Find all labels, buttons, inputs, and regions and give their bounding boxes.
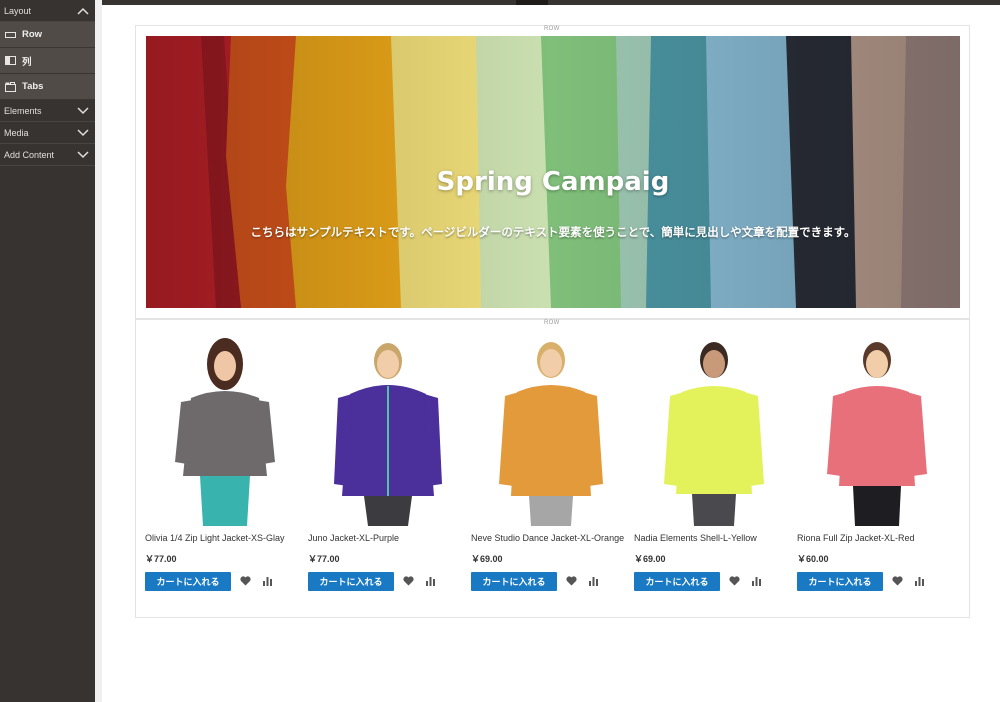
compare-icon[interactable]: [914, 576, 925, 586]
heart-icon[interactable]: [729, 576, 740, 586]
chevron-down-icon: [77, 150, 89, 158]
banner[interactable]: Spring Campaig こちらはサンプルテキストです。ページビルダーのテキ…: [146, 36, 960, 308]
product-name[interactable]: Olivia 1/4 Zip Light Jacket-XS-Glay: [145, 533, 307, 543]
product-name[interactable]: Neve Studio Dance Jacket-XL-Orange: [471, 533, 633, 543]
heart-icon[interactable]: [240, 576, 251, 586]
product-price: ￥69.00: [634, 554, 666, 564]
product-image[interactable]: [634, 336, 794, 526]
product-price: ￥60.00: [797, 554, 829, 564]
product-price: ￥69.00: [471, 554, 503, 564]
panel-item-tabs[interactable]: Tabs: [0, 74, 95, 100]
row-label: ROW: [544, 320, 560, 326]
product-image[interactable]: [797, 336, 957, 526]
product-item: Nadia Elements Shell-L-Yellow ￥69.00 カート…: [634, 330, 797, 608]
chevron-up-icon: [77, 7, 89, 15]
top-bar-handle[interactable]: [516, 0, 548, 5]
compare-icon[interactable]: [588, 576, 599, 586]
compare-icon[interactable]: [751, 576, 762, 586]
page-builder-panel: Layout Row 列 Tabs Elements Media Add Con…: [0, 0, 95, 702]
product-item: Neve Studio Dance Jacket-XL-Orange ￥69.0…: [471, 330, 634, 608]
section-elements-label: Elements: [4, 105, 42, 116]
row-label: ROW: [544, 26, 560, 32]
panel-item-row[interactable]: Row: [0, 22, 95, 48]
add-to-cart-button[interactable]: カートに入れる: [471, 572, 557, 591]
section-media[interactable]: Media: [0, 122, 95, 144]
product-item: Juno Jacket-XL-Purple ￥77.00 カートに入れる: [308, 330, 471, 608]
panel-item-row-label: Row: [22, 29, 43, 40]
top-bar: [95, 0, 1000, 5]
section-elements[interactable]: Elements: [0, 100, 95, 122]
chevron-down-icon: [77, 128, 89, 136]
product-image[interactable]: [308, 336, 468, 526]
row-icon: [4, 30, 16, 40]
product-price: ￥77.00: [145, 554, 177, 564]
add-to-cart-button[interactable]: カートに入れる: [145, 572, 231, 591]
heart-icon[interactable]: [566, 576, 577, 586]
section-layout[interactable]: Layout: [0, 0, 95, 22]
compare-icon[interactable]: [425, 576, 436, 586]
product-item: Riona Full Zip Jacket-XL-Red ￥60.00 カートに…: [797, 330, 960, 608]
compare-icon[interactable]: [262, 576, 273, 586]
section-add-content[interactable]: Add Content: [0, 144, 95, 166]
product-name[interactable]: Nadia Elements Shell-L-Yellow: [634, 533, 796, 543]
section-layout-label: Layout: [4, 5, 32, 16]
section-add-content-label: Add Content: [4, 149, 55, 160]
panel-item-column-label: 列: [22, 56, 32, 68]
product-item: Olivia 1/4 Zip Light Jacket-XS-Glay ￥77.…: [145, 330, 308, 608]
product-image[interactable]: [145, 336, 305, 526]
chevron-down-icon: [77, 106, 89, 114]
product-price: ￥77.00: [308, 554, 340, 564]
add-to-cart-button[interactable]: カートに入れる: [308, 572, 394, 591]
tabs-icon: [4, 81, 16, 92]
heart-icon[interactable]: [892, 576, 903, 586]
banner-title[interactable]: Spring Campaig: [146, 167, 960, 197]
panel-item-column[interactable]: 列: [0, 48, 95, 74]
product-list: Olivia 1/4 Zip Light Jacket-XS-Glay ￥77.…: [145, 330, 960, 608]
add-to-cart-button[interactable]: カートに入れる: [634, 572, 720, 591]
section-media-label: Media: [4, 127, 29, 138]
product-name[interactable]: Juno Jacket-XL-Purple: [308, 533, 470, 543]
panel-divider: [95, 0, 102, 702]
panel-item-tabs-label: Tabs: [22, 81, 44, 92]
add-to-cart-button[interactable]: カートに入れる: [797, 572, 883, 591]
product-name[interactable]: Riona Full Zip Jacket-XL-Red: [797, 533, 959, 543]
banner-subtitle[interactable]: こちらはサンプルテキストです。ページビルダーのテキスト要素を使うことで、簡単に見…: [146, 224, 960, 240]
column-icon: [4, 56, 16, 66]
product-image[interactable]: [471, 336, 631, 526]
heart-icon[interactable]: [403, 576, 414, 586]
